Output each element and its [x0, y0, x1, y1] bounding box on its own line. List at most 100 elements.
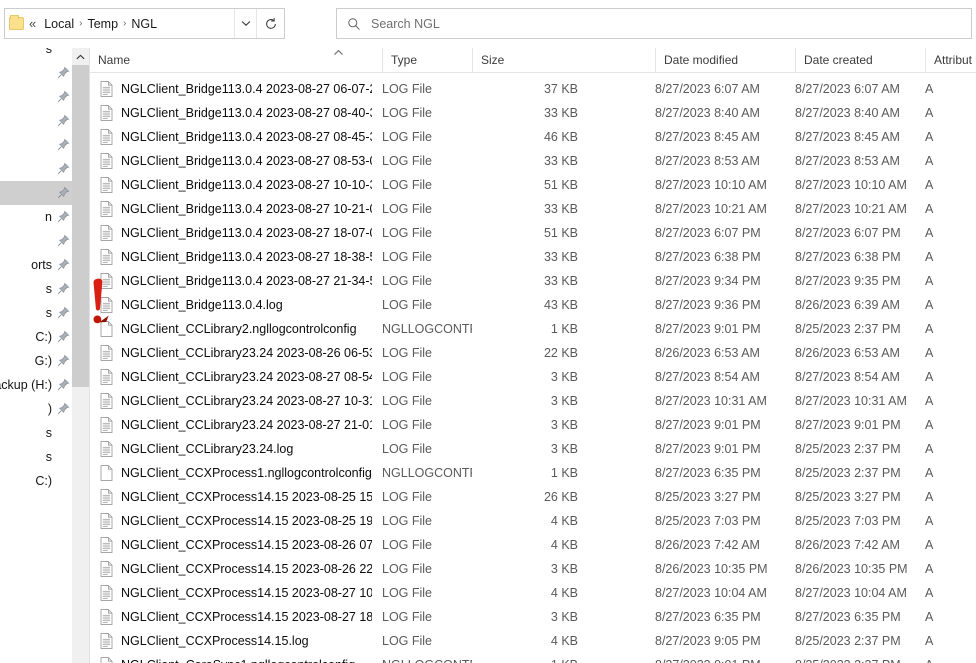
- breadcrumb-item-temp[interactable]: Temp: [83, 15, 122, 33]
- chevron-up-icon[interactable]: [72, 48, 89, 65]
- table-row[interactable]: NGLClient_CoreSync1.ngllogcontrolconfigN…: [90, 653, 976, 663]
- nav-pane-item-label: s: [46, 306, 52, 320]
- table-row[interactable]: NGLClient_Bridge113.0.4 2023-08-27 18-07…: [90, 221, 976, 245]
- file-name-cell[interactable]: NGLClient_CCXProcess14.15.log: [100, 629, 372, 653]
- chevron-down-icon[interactable]: [234, 9, 256, 38]
- file-date-created-cell: 8/25/2023 2:37 PM: [795, 653, 945, 663]
- table-row[interactable]: NGLClient_Bridge113.0.4 2023-08-27 10-10…: [90, 173, 976, 197]
- file-name-cell[interactable]: NGLClient_Bridge113.0.4 2023-08-27 21-34…: [100, 269, 372, 293]
- file-name-cell[interactable]: NGLClient_CCLibrary23.24 2023-08-26 06-5…: [100, 341, 372, 365]
- table-row[interactable]: NGLClient_CCXProcess14.15 2023-08-26 22-…: [90, 557, 976, 581]
- nav-pane-item[interactable]: Backup (H:): [0, 373, 72, 397]
- table-row[interactable]: NGLClient_Bridge113.0.4.logLOG File43 KB…: [90, 293, 976, 317]
- file-name-cell[interactable]: NGLClient_CCXProcess14.15 2023-08-26 22-…: [100, 557, 372, 581]
- breadcrumb-item-local[interactable]: Local: [40, 15, 78, 33]
- nav-pane-item[interactable]: C:): [0, 469, 72, 493]
- file-type-cell: LOG File: [382, 341, 472, 365]
- breadcrumb-item-ngl[interactable]: NGL: [127, 15, 161, 33]
- file-date-created-cell: 8/26/2023 7:42 AM: [795, 533, 945, 557]
- file-name-cell[interactable]: NGLClient_CCXProcess14.15 2023-08-26 07-…: [100, 533, 372, 557]
- column-header-date-created[interactable]: Date created: [795, 48, 925, 72]
- nav-pane-item[interactable]: [0, 229, 72, 253]
- scrollbar-track[interactable]: [72, 387, 89, 663]
- file-date-created-cell: 8/25/2023 2:37 PM: [795, 437, 945, 461]
- scrollbar-thumb[interactable]: [72, 65, 89, 387]
- address-bar[interactable]: « Local › Temp › NGL: [4, 8, 285, 39]
- file-type-cell: LOG File: [382, 533, 472, 557]
- navigation-pane-scrollbar[interactable]: [72, 48, 89, 663]
- nav-pane-item[interactable]: s: [0, 277, 72, 301]
- file-name-cell[interactable]: NGLClient_CCXProcess14.15 2023-08-27 10-…: [100, 581, 372, 605]
- file-name-cell[interactable]: NGLClient_Bridge113.0.4 2023-08-27 18-07…: [100, 221, 372, 245]
- nav-pane-item[interactable]: G:): [0, 349, 72, 373]
- nav-pane-item[interactable]: ): [0, 397, 72, 421]
- file-name-cell[interactable]: NGLClient_CCXProcess1.ngllogcontrolconfi…: [100, 461, 372, 485]
- search-input[interactable]: Search NGL: [371, 17, 440, 31]
- file-name-cell[interactable]: NGLClient_Bridge113.0.4 2023-08-27 06-07…: [100, 77, 372, 101]
- column-header-date-modified-label: Date modified: [664, 53, 738, 67]
- table-row[interactable]: NGLClient_CCLibrary23.24.logLOG File3 KB…: [90, 437, 976, 461]
- nav-pane-item[interactable]: C:): [0, 325, 72, 349]
- file-attributes-cell: A: [925, 581, 965, 605]
- table-row[interactable]: NGLClient_CCLibrary23.24 2023-08-27 08-5…: [90, 365, 976, 389]
- file-name-cell[interactable]: NGLClient_CoreSync1.ngllogcontrolconfig: [100, 653, 372, 663]
- table-row[interactable]: NGLClient_CCLibrary23.24 2023-08-27 21-0…: [90, 413, 976, 437]
- file-name-cell[interactable]: NGLClient_CCXProcess14.15 2023-08-25 19-…: [100, 509, 372, 533]
- table-row[interactable]: NGLClient_CCLibrary23.24 2023-08-26 06-5…: [90, 341, 976, 365]
- file-name-cell[interactable]: NGLClient_Bridge113.0.4 2023-08-27 18-38…: [100, 245, 372, 269]
- file-name-cell[interactable]: NGLClient_Bridge113.0.4 2023-08-27 08-45…: [100, 125, 372, 149]
- nav-pane-item[interactable]: s: [0, 48, 72, 61]
- column-header-date-modified[interactable]: Date modified: [655, 48, 795, 72]
- file-name-cell[interactable]: NGLClient_CCLibrary23.24 2023-08-27 08-5…: [100, 365, 372, 389]
- nav-pane-item[interactable]: n: [0, 205, 72, 229]
- file-name-cell[interactable]: NGLClient_Bridge113.0.4 2023-08-27 08-53…: [100, 149, 372, 173]
- nav-pane-item[interactable]: [0, 157, 72, 181]
- nav-pane-item[interactable]: [0, 61, 72, 85]
- file-name-cell[interactable]: NGLClient_Bridge113.0.4 2023-08-27 08-40…: [100, 101, 372, 125]
- file-name-cell[interactable]: NGLClient_Bridge113.0.4 2023-08-27 10-21…: [100, 197, 372, 221]
- file-attributes-cell: A: [925, 197, 965, 221]
- table-row[interactable]: NGLClient_CCXProcess14.15 2023-08-27 10-…: [90, 581, 976, 605]
- file-name-cell[interactable]: NGLClient_CCXProcess14.15 2023-08-25 15-…: [100, 485, 372, 509]
- refresh-icon[interactable]: [256, 9, 284, 38]
- file-attributes-cell: A: [925, 389, 965, 413]
- table-row[interactable]: NGLClient_CCXProcess14.15 2023-08-25 19-…: [90, 509, 976, 533]
- table-row[interactable]: NGLClient_Bridge113.0.4 2023-08-27 21-34…: [90, 269, 976, 293]
- nav-pane-item[interactable]: [0, 109, 72, 133]
- file-name-cell[interactable]: NGLClient_CCLibrary23.24 2023-08-27 10-3…: [100, 389, 372, 413]
- table-row[interactable]: NGLClient_CCXProcess14.15 2023-08-25 15-…: [90, 485, 976, 509]
- nav-pane-item[interactable]: [0, 181, 72, 205]
- table-row[interactable]: NGLClient_CCXProcess1.ngllogcontrolconfi…: [90, 461, 976, 485]
- search-box[interactable]: Search NGL: [336, 8, 972, 39]
- column-header-type[interactable]: Type: [382, 48, 472, 72]
- nav-pane-item[interactable]: [0, 133, 72, 157]
- table-row[interactable]: NGLClient_Bridge113.0.4 2023-08-27 08-40…: [90, 101, 976, 125]
- nav-pane-item[interactable]: orts: [0, 253, 72, 277]
- table-row[interactable]: NGLClient_CCXProcess14.15.logLOG File4 K…: [90, 629, 976, 653]
- file-name-cell[interactable]: NGLClient_CCXProcess14.15 2023-08-27 18-…: [100, 605, 372, 629]
- column-header-size[interactable]: Size: [472, 48, 655, 72]
- nav-pane-item[interactable]: [0, 85, 72, 109]
- nav-pane-item[interactable]: s: [0, 301, 72, 325]
- table-row[interactable]: NGLClient_Bridge113.0.4 2023-08-27 06-07…: [90, 77, 976, 101]
- table-row[interactable]: NGLClient_CCLibrary23.24 2023-08-27 10-3…: [90, 389, 976, 413]
- file-name-cell[interactable]: NGLClient_CCLibrary23.24.log: [100, 437, 372, 461]
- nav-pane-item[interactable]: s: [0, 445, 72, 469]
- table-row[interactable]: NGLClient_CCLibrary2.ngllogcontrolconfig…: [90, 317, 976, 341]
- file-name-cell[interactable]: NGLClient_CCLibrary23.24 2023-08-27 21-0…: [100, 413, 372, 437]
- file-name-cell[interactable]: NGLClient_Bridge113.0.4 2023-08-27 10-10…: [100, 173, 372, 197]
- file-name-cell[interactable]: NGLClient_CCLibrary2.ngllogcontrolconfig: [100, 317, 372, 341]
- file-name-text: NGLClient_CCLibrary23.24 2023-08-27 10-3…: [121, 394, 372, 408]
- column-header-attributes[interactable]: Attribut: [925, 48, 976, 72]
- file-name-cell[interactable]: NGLClient_Bridge113.0.4.log: [100, 293, 372, 317]
- table-row[interactable]: NGLClient_CCXProcess14.15 2023-08-27 18-…: [90, 605, 976, 629]
- breadcrumb-overflow-icon[interactable]: «: [27, 17, 40, 30]
- table-row[interactable]: NGLClient_Bridge113.0.4 2023-08-27 08-53…: [90, 149, 976, 173]
- table-row[interactable]: NGLClient_Bridge113.0.4 2023-08-27 08-45…: [90, 125, 976, 149]
- nav-pane-item[interactable]: s: [0, 421, 72, 445]
- table-row[interactable]: NGLClient_CCXProcess14.15 2023-08-26 07-…: [90, 533, 976, 557]
- file-date-created-cell: 8/27/2023 8:54 AM: [795, 365, 945, 389]
- table-row[interactable]: NGLClient_Bridge113.0.4 2023-08-27 10-21…: [90, 197, 976, 221]
- navigation-pane[interactable]: snortsssC:)G:)Backup (H:))ssC:): [0, 48, 72, 663]
- table-row[interactable]: NGLClient_Bridge113.0.4 2023-08-27 18-38…: [90, 245, 976, 269]
